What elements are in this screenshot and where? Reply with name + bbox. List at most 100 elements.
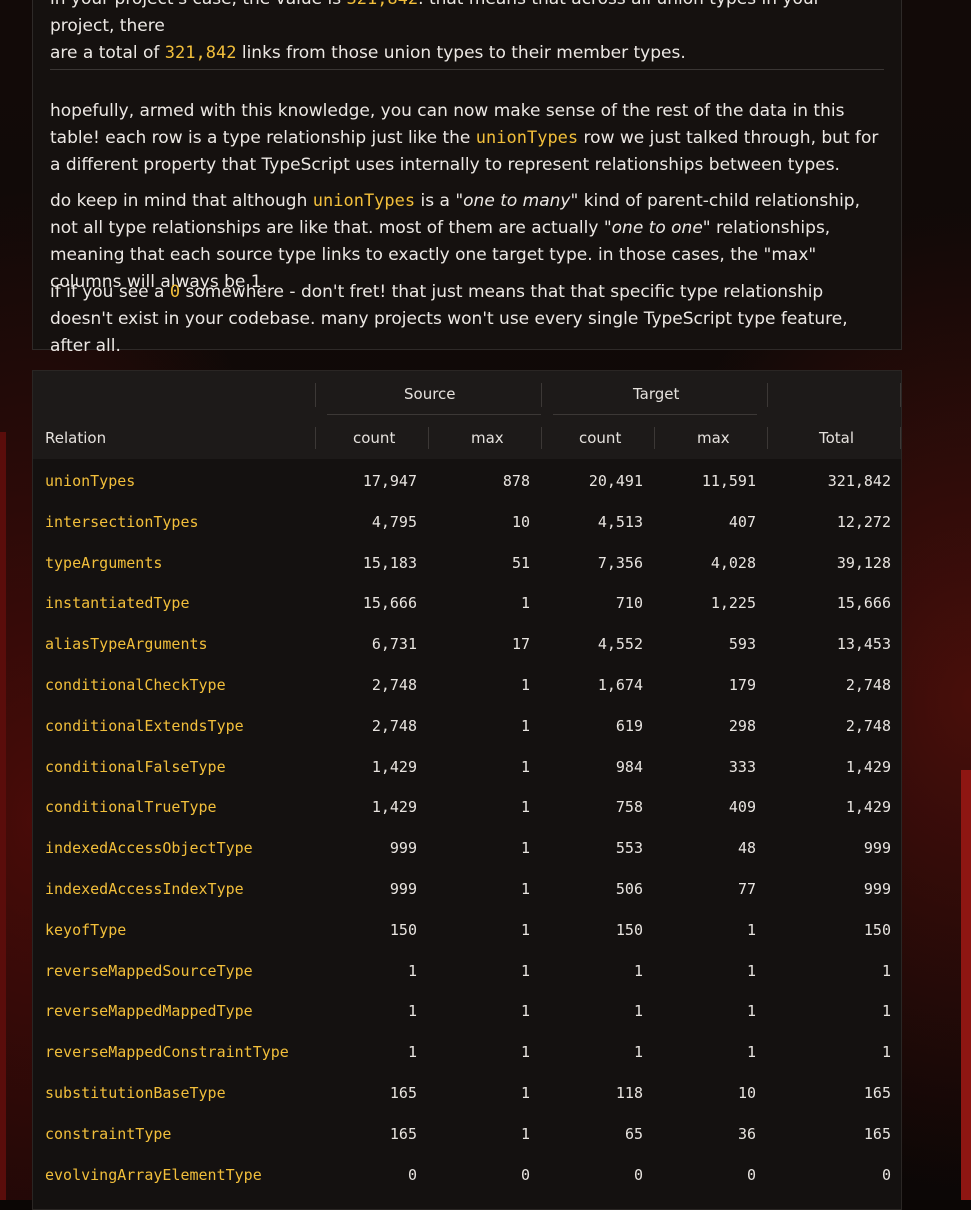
- table-row: reverseMappedSourceType 1 1 1 1 1: [33, 951, 901, 991]
- inline-code: unionTypes: [312, 191, 416, 211]
- target-count-cell: 4,552: [597, 635, 643, 654]
- target-count-cell: 1,674: [597, 676, 643, 694]
- total-cell: 1: [881, 961, 891, 980]
- intro-paragraph: in your project's case, the value is 321…: [50, 0, 890, 67]
- source-max-cell: 0: [520, 1165, 530, 1184]
- source-count-cell: 999: [389, 880, 417, 898]
- relation-name-cell: conditionalFalseType: [45, 757, 226, 776]
- total-cell: 13,453: [836, 635, 891, 654]
- column-separator: [428, 427, 429, 449]
- relation-name-cell: instantiatedType: [45, 594, 190, 613]
- relation-name-cell: evolvingArrayElementType: [45, 1165, 262, 1184]
- source-count-cell: 6,731: [371, 635, 417, 654]
- total-cell: 165: [863, 1084, 891, 1102]
- target-max-cell: 333: [728, 757, 756, 776]
- emphasis-text: one to many: [463, 191, 571, 211]
- total-cell: 2,748: [845, 716, 891, 735]
- source-count-cell: 1: [407, 1002, 417, 1021]
- source-count-cell: 17,947: [362, 472, 417, 490]
- source-count-cell: 2,748: [371, 676, 417, 694]
- target-count-cell: 506: [615, 880, 643, 898]
- relation-name-cell: indexedAccessIndexType: [45, 880, 244, 898]
- table-row: aliasTypeArguments 6,731 17 4,552 593 13,453: [33, 624, 901, 664]
- column-separator: [900, 427, 901, 449]
- source-max-cell: 1: [520, 880, 530, 898]
- source-count-cell: 1: [407, 961, 417, 980]
- intro-text: are a total of: [50, 43, 165, 63]
- source-max-cell: 1: [520, 757, 530, 776]
- source-count-cell: 165: [389, 1084, 417, 1102]
- target-max-cell: 4,028: [710, 553, 756, 572]
- source-group-rule: [327, 414, 541, 415]
- source-count-cell: 15,183: [362, 553, 417, 572]
- relation-name-cell: typeArguments: [45, 553, 163, 572]
- header-target-max[interactable]: max: [697, 429, 730, 447]
- source-max-cell: 51: [511, 553, 530, 572]
- relation-name-cell: indexedAccessObjectType: [45, 839, 253, 858]
- target-max-cell: 298: [728, 716, 756, 735]
- target-count-cell: 7,356: [597, 553, 643, 572]
- target-count-cell: 1: [633, 961, 643, 980]
- header-source-count[interactable]: count: [353, 429, 395, 447]
- header-total[interactable]: Total: [819, 429, 854, 447]
- type-relationships-table: Source Target Relation count max count m…: [32, 370, 902, 1210]
- column-separator: [900, 383, 901, 407]
- target-max-cell: 77: [737, 880, 756, 898]
- target-max-cell: 11,591: [701, 472, 756, 490]
- table-row: typeArguments 15,183 51 7,356 4,028 39,128: [33, 543, 901, 583]
- source-count-cell: 150: [389, 920, 417, 939]
- target-max-cell: 179: [728, 676, 756, 694]
- target-max-cell: 1,225: [710, 594, 756, 613]
- target-max-cell: 409: [728, 798, 756, 817]
- column-separator: [541, 383, 542, 407]
- column-separator: [315, 427, 316, 449]
- target-max-cell: 36: [737, 1124, 756, 1143]
- source-count-cell: 1: [407, 1043, 417, 1062]
- total-cell: 2,748: [845, 676, 891, 694]
- target-group-rule: [553, 414, 757, 415]
- target-max-cell: 1: [746, 961, 756, 980]
- table-row: intersectionTypes 4,795 10 4,513 407 12,272: [33, 502, 901, 542]
- table-row: substitutionBaseType 165 1 118 10 165: [33, 1073, 901, 1113]
- target-count-cell: 65: [624, 1124, 643, 1143]
- source-max-cell: 1: [520, 594, 530, 613]
- column-separator: [654, 427, 655, 449]
- target-max-cell: 10: [737, 1084, 756, 1102]
- target-count-cell: 0: [633, 1165, 643, 1184]
- target-max-cell: 0: [746, 1165, 756, 1184]
- total-cell: 321,842: [827, 472, 891, 490]
- left-accent-edge: [0, 432, 6, 1200]
- relation-name-cell: conditionalTrueType: [45, 798, 217, 817]
- emphasis-text: one to one: [611, 218, 703, 238]
- table-row: conditionalTrueType 1,429 1 758 409 1,429: [33, 787, 901, 827]
- source-max-cell: 1: [520, 676, 530, 694]
- relation-name-cell: reverseMappedMappedType: [45, 1002, 253, 1021]
- header-source-max[interactable]: max: [471, 429, 504, 447]
- header-relation[interactable]: Relation: [45, 429, 106, 447]
- source-max-cell: 1: [520, 920, 530, 939]
- column-separator: [767, 383, 768, 407]
- header-group-source: Source: [404, 385, 456, 403]
- target-count-cell: 758: [615, 798, 643, 817]
- total-cell: 39,128: [836, 553, 891, 572]
- total-cell: 165: [863, 1124, 891, 1143]
- paragraph-relationships: hopefully, armed with this knowledge, yo…: [50, 98, 890, 179]
- relation-name-cell: reverseMappedSourceType: [45, 961, 253, 980]
- total-cell: 150: [863, 920, 891, 939]
- target-max-cell: 407: [728, 512, 756, 531]
- target-count-cell: 710: [615, 594, 643, 613]
- inline-code: 321,842: [346, 0, 418, 9]
- total-cell: 999: [863, 880, 891, 898]
- table-row: conditionalExtendsType 2,748 1 619 298 2,748: [33, 706, 901, 746]
- source-count-cell: 4,795: [371, 512, 417, 531]
- table-row: conditionalCheckType 2,748 1 1,674 179 2,748: [33, 665, 901, 705]
- source-max-cell: 1: [520, 798, 530, 817]
- header-target-count[interactable]: count: [579, 429, 621, 447]
- source-count-cell: 1,429: [371, 798, 417, 817]
- column-separator: [315, 383, 316, 407]
- relation-name-cell: intersectionTypes: [45, 512, 199, 531]
- relation-name-cell: constraintType: [45, 1124, 172, 1143]
- source-max-cell: 1: [520, 839, 530, 858]
- target-count-cell: 1: [633, 1043, 643, 1062]
- relation-name-cell: unionTypes: [45, 472, 136, 490]
